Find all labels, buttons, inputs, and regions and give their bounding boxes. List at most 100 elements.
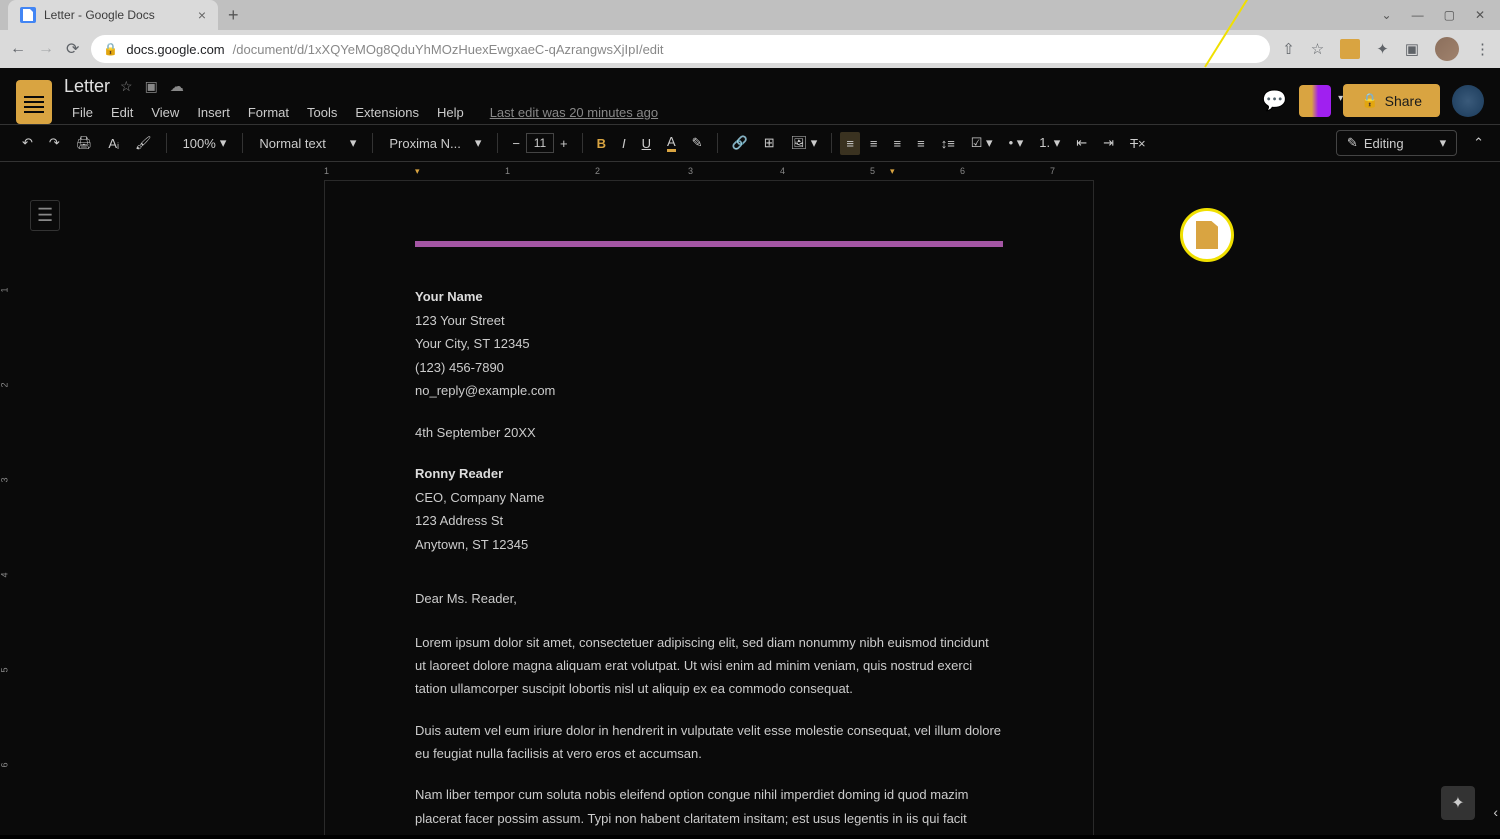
address-bar[interactable]: 🔒 docs.google.com/document/d/1xXQYeMOg8Q… — [91, 35, 1270, 63]
body-para-2[interactable]: Duis autem vel eum iriure dolor in hendr… — [415, 719, 1003, 766]
print-button[interactable]: 🖨 — [70, 131, 99, 155]
insert-comment-button[interactable]: ⊞ — [758, 131, 781, 155]
recipient-title[interactable]: CEO, Company Name — [415, 488, 1003, 508]
profile-avatar[interactable] — [1435, 37, 1459, 61]
extensions-icon[interactable]: ✦ — [1376, 40, 1389, 58]
menu-extensions[interactable]: Extensions — [347, 101, 427, 124]
align-center-button[interactable]: ≡ — [864, 132, 884, 155]
clear-formatting-button[interactable]: T× — [1124, 132, 1152, 155]
sender-city[interactable]: Your City, ST 12345 — [415, 334, 1003, 354]
line-spacing-button[interactable]: ↕≡ — [935, 132, 961, 155]
new-tab-button[interactable]: + — [228, 5, 239, 26]
increase-indent-button[interactable]: ⇥ — [1097, 131, 1120, 155]
sidepanel-icon[interactable]: ▣ — [1405, 40, 1419, 58]
menu-insert[interactable]: Insert — [189, 101, 238, 124]
sender-phone[interactable]: (123) 456-7890 — [415, 358, 1003, 378]
chevron-down-icon[interactable]: ⌄ — [1382, 8, 1392, 22]
salutation[interactable]: Dear Ms. Reader, — [415, 589, 1003, 609]
meet-button[interactable] — [1299, 85, 1331, 117]
url-host: docs.google.com — [126, 42, 224, 57]
menu-view[interactable]: View — [143, 101, 187, 124]
explore-button[interactable]: ✦ — [1441, 786, 1475, 820]
browser-tab-bar: Letter - Google Docs × + ⌄ — ▢ ✕ — [0, 0, 1500, 30]
collapse-toolbar-button[interactable]: ⌃ — [1473, 135, 1484, 151]
bookmark-star-icon[interactable]: ☆ — [1311, 40, 1324, 58]
maximize-icon[interactable]: ▢ — [1444, 8, 1455, 22]
bullet-list-button[interactable]: • ▾ — [1003, 131, 1030, 155]
url-path: /document/d/1xXQYeMOg8QduYhMOzHuexEwgxae… — [233, 42, 664, 57]
underline-button[interactable]: U — [636, 132, 657, 155]
menu-file[interactable]: File — [64, 101, 101, 124]
menu-tools[interactable]: Tools — [299, 101, 345, 124]
pencil-icon: ✎ — [1347, 135, 1358, 151]
docs-extension-icon-enlarged — [1196, 221, 1218, 249]
highlight-button[interactable]: ✎ — [686, 131, 709, 155]
comments-icon[interactable]: 💬 — [1262, 88, 1287, 113]
recipient-name[interactable]: Ronny Reader — [415, 464, 1003, 484]
decrease-font-button[interactable]: − — [506, 132, 526, 155]
side-panel-toggle[interactable]: ‹ — [1493, 804, 1498, 820]
browser-tab[interactable]: Letter - Google Docs × — [8, 0, 218, 30]
docs-extension-icon[interactable] — [1340, 39, 1360, 59]
insert-link-button[interactable]: 🔗 — [726, 131, 754, 155]
close-tab-icon[interactable]: × — [198, 7, 206, 23]
align-right-button[interactable]: ≡ — [888, 132, 908, 155]
increase-font-button[interactable]: + — [554, 132, 574, 155]
document-title[interactable]: Letter — [64, 76, 110, 97]
document-page[interactable]: Your Name 123 Your Street Your City, ST … — [324, 180, 1094, 835]
sender-email[interactable]: no_reply@example.com — [415, 381, 1003, 401]
style-select[interactable]: Normal text▾ — [251, 131, 364, 155]
menu-format[interactable]: Format — [240, 101, 297, 124]
bold-button[interactable]: B — [591, 132, 612, 155]
lock-icon: 🔒 — [103, 42, 118, 56]
sender-street[interactable]: 123 Your Street — [415, 311, 1003, 331]
back-button[interactable]: ← — [10, 40, 26, 58]
formatting-toolbar: ↶ ↷ 🖨 Aᵢ 🖌 100%▾ Normal text▾ Proxima N.… — [0, 124, 1500, 162]
kebab-menu-icon[interactable]: ⋮ — [1475, 40, 1490, 58]
share-page-icon[interactable]: ⇧ — [1282, 40, 1295, 58]
font-size-input[interactable] — [526, 133, 554, 153]
checklist-button[interactable]: ☑ ▾ — [965, 131, 999, 155]
editing-mode-select[interactable]: ✎ Editing ▾ — [1336, 130, 1457, 156]
align-justify-button[interactable]: ≡ — [911, 132, 931, 155]
last-edit-link[interactable]: Last edit was 20 minutes ago — [482, 101, 666, 124]
insert-image-button[interactable]: 🖼 ▾ — [785, 131, 824, 155]
menu-edit[interactable]: Edit — [103, 101, 141, 124]
zoom-select[interactable]: 100%▾ — [175, 131, 235, 155]
browser-toolbar-icons: ⇧ ☆ ✦ ▣ ⋮ — [1282, 37, 1490, 61]
body-para-3[interactable]: Nam liber tempor cum soluta nobis eleife… — [415, 783, 1003, 835]
align-left-button[interactable]: ≡ — [840, 132, 860, 155]
sender-name[interactable]: Your Name — [415, 287, 1003, 307]
move-folder-icon[interactable]: ▣ — [145, 78, 158, 95]
paint-format-button[interactable]: 🖌 — [129, 131, 158, 155]
account-avatar[interactable] — [1452, 85, 1484, 117]
menu-help[interactable]: Help — [429, 101, 472, 124]
numbered-list-button[interactable]: 1. ▾ — [1033, 131, 1066, 155]
undo-button[interactable]: ↶ — [16, 131, 39, 155]
minimize-icon[interactable]: — — [1412, 8, 1424, 22]
horizontal-ruler[interactable]: 1 ▾ 1 2 3 4 5 ▾ 6 7 — [0, 162, 1500, 180]
tab-title: Letter - Google Docs — [44, 8, 190, 22]
vertical-ruler[interactable]: 1 2 3 4 5 6 — [0, 180, 14, 835]
star-icon[interactable]: ☆ — [120, 78, 133, 95]
italic-button[interactable]: I — [616, 132, 632, 155]
browser-address-row: ← → ⟳ 🔒 docs.google.com/document/d/1xXQY… — [0, 30, 1500, 68]
close-window-icon[interactable]: ✕ — [1475, 8, 1485, 22]
decrease-indent-button[interactable]: ⇤ — [1070, 131, 1093, 155]
font-select[interactable]: Proxima N...▾ — [381, 131, 489, 155]
letter-date[interactable]: 4th September 20XX — [415, 423, 1003, 443]
text-color-button[interactable]: A — [661, 130, 682, 156]
body-para-1[interactable]: Lorem ipsum dolor sit amet, consectetuer… — [415, 631, 1003, 701]
reload-button[interactable]: ⟳ — [66, 39, 79, 59]
forward-button[interactable]: → — [38, 40, 54, 58]
redo-button[interactable]: ↷ — [43, 131, 66, 155]
share-button[interactable]: 🔒 Share — [1343, 84, 1440, 117]
cloud-status-icon[interactable]: ☁ — [170, 78, 184, 95]
document-outline-button[interactable]: ☰ — [30, 200, 60, 231]
docs-logo[interactable] — [16, 80, 52, 124]
recipient-street[interactable]: 123 Address St — [415, 511, 1003, 531]
recipient-city[interactable]: Anytown, ST 12345 — [415, 535, 1003, 555]
document-canvas: 1 2 3 4 5 6 ☰ Your Name 123 Your Street … — [0, 180, 1500, 835]
spellcheck-button[interactable]: Aᵢ — [102, 132, 125, 155]
menu-bar: File Edit View Insert Format Tools Exten… — [64, 101, 1250, 124]
